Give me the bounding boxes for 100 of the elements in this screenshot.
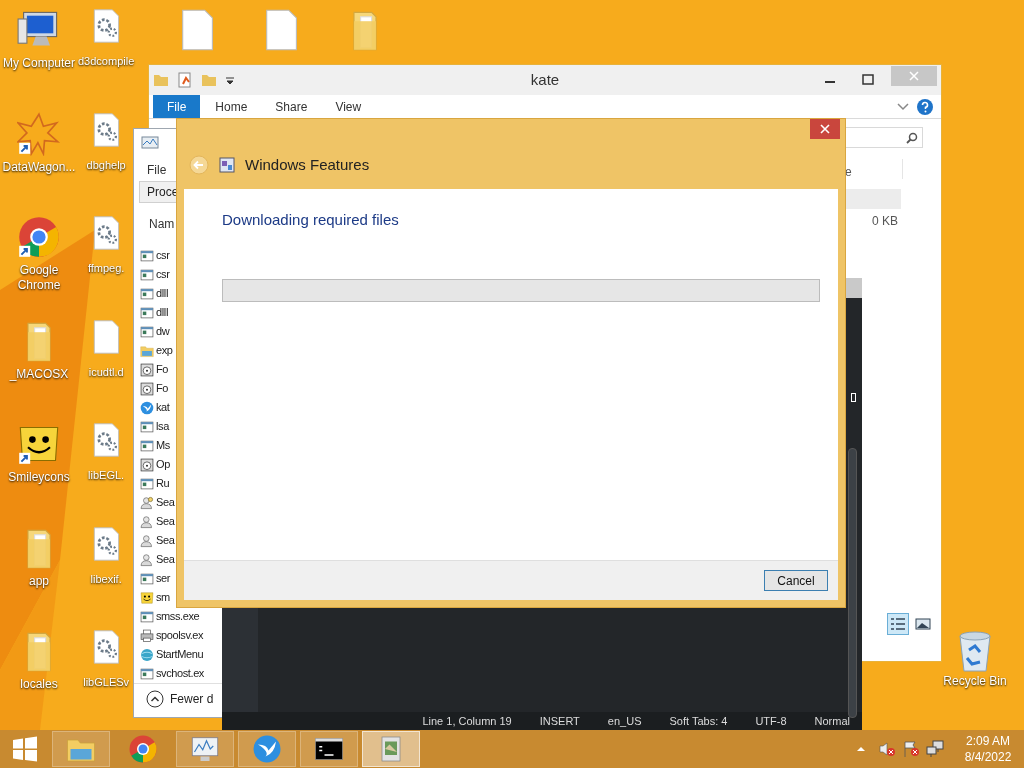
icon-label: dbghelp	[86, 157, 126, 173]
icon-label: app	[28, 573, 50, 589]
chrome-icon	[128, 734, 158, 764]
process-name[interactable]: kat	[156, 399, 170, 416]
program-window-icon	[140, 248, 154, 263]
file-size: 0 KB	[872, 213, 898, 230]
user-icon	[140, 533, 154, 548]
process-name[interactable]: Fo	[156, 361, 169, 378]
ribbon-tab[interactable]: File	[153, 95, 201, 118]
process-name[interactable]: StartMenu	[156, 646, 204, 663]
process-name[interactable]: dw	[156, 323, 170, 340]
program-window-icon	[140, 324, 154, 339]
status-text: Normal	[814, 713, 850, 729]
help-icon[interactable]	[917, 98, 933, 115]
process-name[interactable]: Fo	[156, 380, 169, 397]
program-window-icon	[140, 267, 154, 282]
process-name[interactable]: ser	[156, 570, 171, 587]
program-window-icon	[140, 419, 154, 434]
close-icon	[909, 71, 919, 81]
status-text: en_US	[607, 713, 642, 729]
icon-label: libEGL.	[88, 468, 125, 483]
program-window-icon	[140, 305, 154, 320]
bird-icon	[140, 400, 154, 415]
status-text: Soft Tabs: 4	[669, 713, 728, 729]
star-shortcut-icon[interactable]	[17, 111, 61, 156]
icon-label: locales	[19, 677, 59, 692]
search-icon	[906, 131, 918, 144]
icon-label: Smileycons	[7, 470, 71, 485]
icon-label: libGLESv	[83, 675, 130, 690]
icon-label: _MACOSX	[8, 366, 70, 382]
process-name[interactable]: sm	[156, 589, 170, 606]
process-name[interactable]: Ms	[156, 437, 170, 454]
dropdown-icon[interactable]	[225, 75, 235, 85]
bird-icon	[252, 734, 282, 764]
process-name[interactable]: csr	[156, 266, 170, 283]
muted-speaker-icon[interactable]	[878, 740, 896, 758]
cancel-button[interactable]: Cancel	[764, 570, 828, 591]
column-header[interactable]: e	[845, 163, 852, 181]
taskbar-button[interactable]	[300, 731, 358, 767]
fewer-details-link[interactable]: Fewer d	[170, 690, 214, 708]
process-name[interactable]: Sea	[156, 513, 175, 530]
process-name[interactable]: lsa	[156, 418, 169, 435]
process-name[interactable]: spoolsv.ex	[156, 627, 204, 644]
flag-icon[interactable]	[902, 740, 920, 758]
user-icon	[140, 514, 154, 529]
dialog-heading: Downloading required files	[222, 210, 400, 230]
chrome-shortcut-icon[interactable]	[17, 215, 61, 259]
process-name[interactable]: svchost.ex	[156, 665, 204, 682]
properties-icon[interactable]	[177, 72, 193, 88]
collapse-icon[interactable]	[146, 690, 164, 708]
process-name[interactable]: csr	[156, 247, 170, 264]
chevron-icon[interactable]	[897, 102, 909, 111]
program-window-icon	[140, 476, 154, 491]
details-view-icon[interactable]	[887, 613, 909, 635]
process-name[interactable]: dllI	[156, 304, 169, 321]
printer-icon	[140, 628, 154, 643]
status-text: INSERT	[539, 713, 580, 729]
program-window-icon	[140, 609, 154, 624]
program-window-icon	[140, 438, 154, 453]
cursor-marker	[851, 393, 856, 402]
window-title: kate	[529, 69, 561, 90]
status-text: Line 1, Column 19	[422, 713, 512, 729]
ribbon-tab[interactable]: Share	[268, 95, 315, 118]
features-icon	[219, 157, 235, 173]
icon-label: icudtl.d	[88, 364, 124, 380]
icon-label: Google Chrome	[16, 263, 62, 293]
program-window-icon	[140, 286, 154, 301]
icon-label: DataWagon...	[1, 159, 77, 175]
recycle-bin-icon[interactable]	[957, 628, 993, 672]
scrollbar[interactable]	[848, 448, 857, 718]
program-window-icon	[140, 666, 154, 681]
status-text: UTF-8	[755, 713, 787, 729]
ribbon-tab[interactable]: View	[328, 95, 369, 118]
process-name[interactable]: smss.exe	[156, 608, 200, 625]
monitor-icon	[190, 734, 220, 764]
monitor-icon[interactable]	[141, 136, 159, 152]
process-name[interactable]: Ru	[156, 475, 170, 492]
back-icon[interactable]	[189, 155, 209, 175]
process-name[interactable]: Sea	[156, 551, 175, 568]
icon-label: libexif.	[90, 571, 122, 587]
icon-label: d3dcompile	[78, 54, 135, 69]
close-button[interactable]	[810, 119, 840, 139]
network-icon[interactable]	[926, 740, 944, 758]
icon-label: ffmpeg.	[87, 261, 125, 276]
folder-icon	[140, 343, 154, 358]
user-icon	[140, 552, 154, 567]
process-name[interactable]: Sea	[156, 532, 175, 549]
icon-label: My Computer	[2, 56, 76, 71]
process-name[interactable]: dllI	[156, 285, 169, 302]
windows-logo-icon	[12, 736, 38, 762]
process-name[interactable]: Op	[156, 456, 170, 473]
icon-label: Recycle Bin	[943, 673, 1007, 690]
process-name[interactable]: exp	[156, 342, 173, 359]
globe-icon	[140, 647, 154, 662]
user-icon	[140, 495, 154, 510]
program-window-icon	[140, 571, 154, 586]
smiley-icon	[140, 590, 154, 605]
close-icon	[820, 124, 830, 134]
ribbon-tab[interactable]: Home	[208, 95, 255, 118]
process-name[interactable]: Sea	[156, 494, 175, 511]
